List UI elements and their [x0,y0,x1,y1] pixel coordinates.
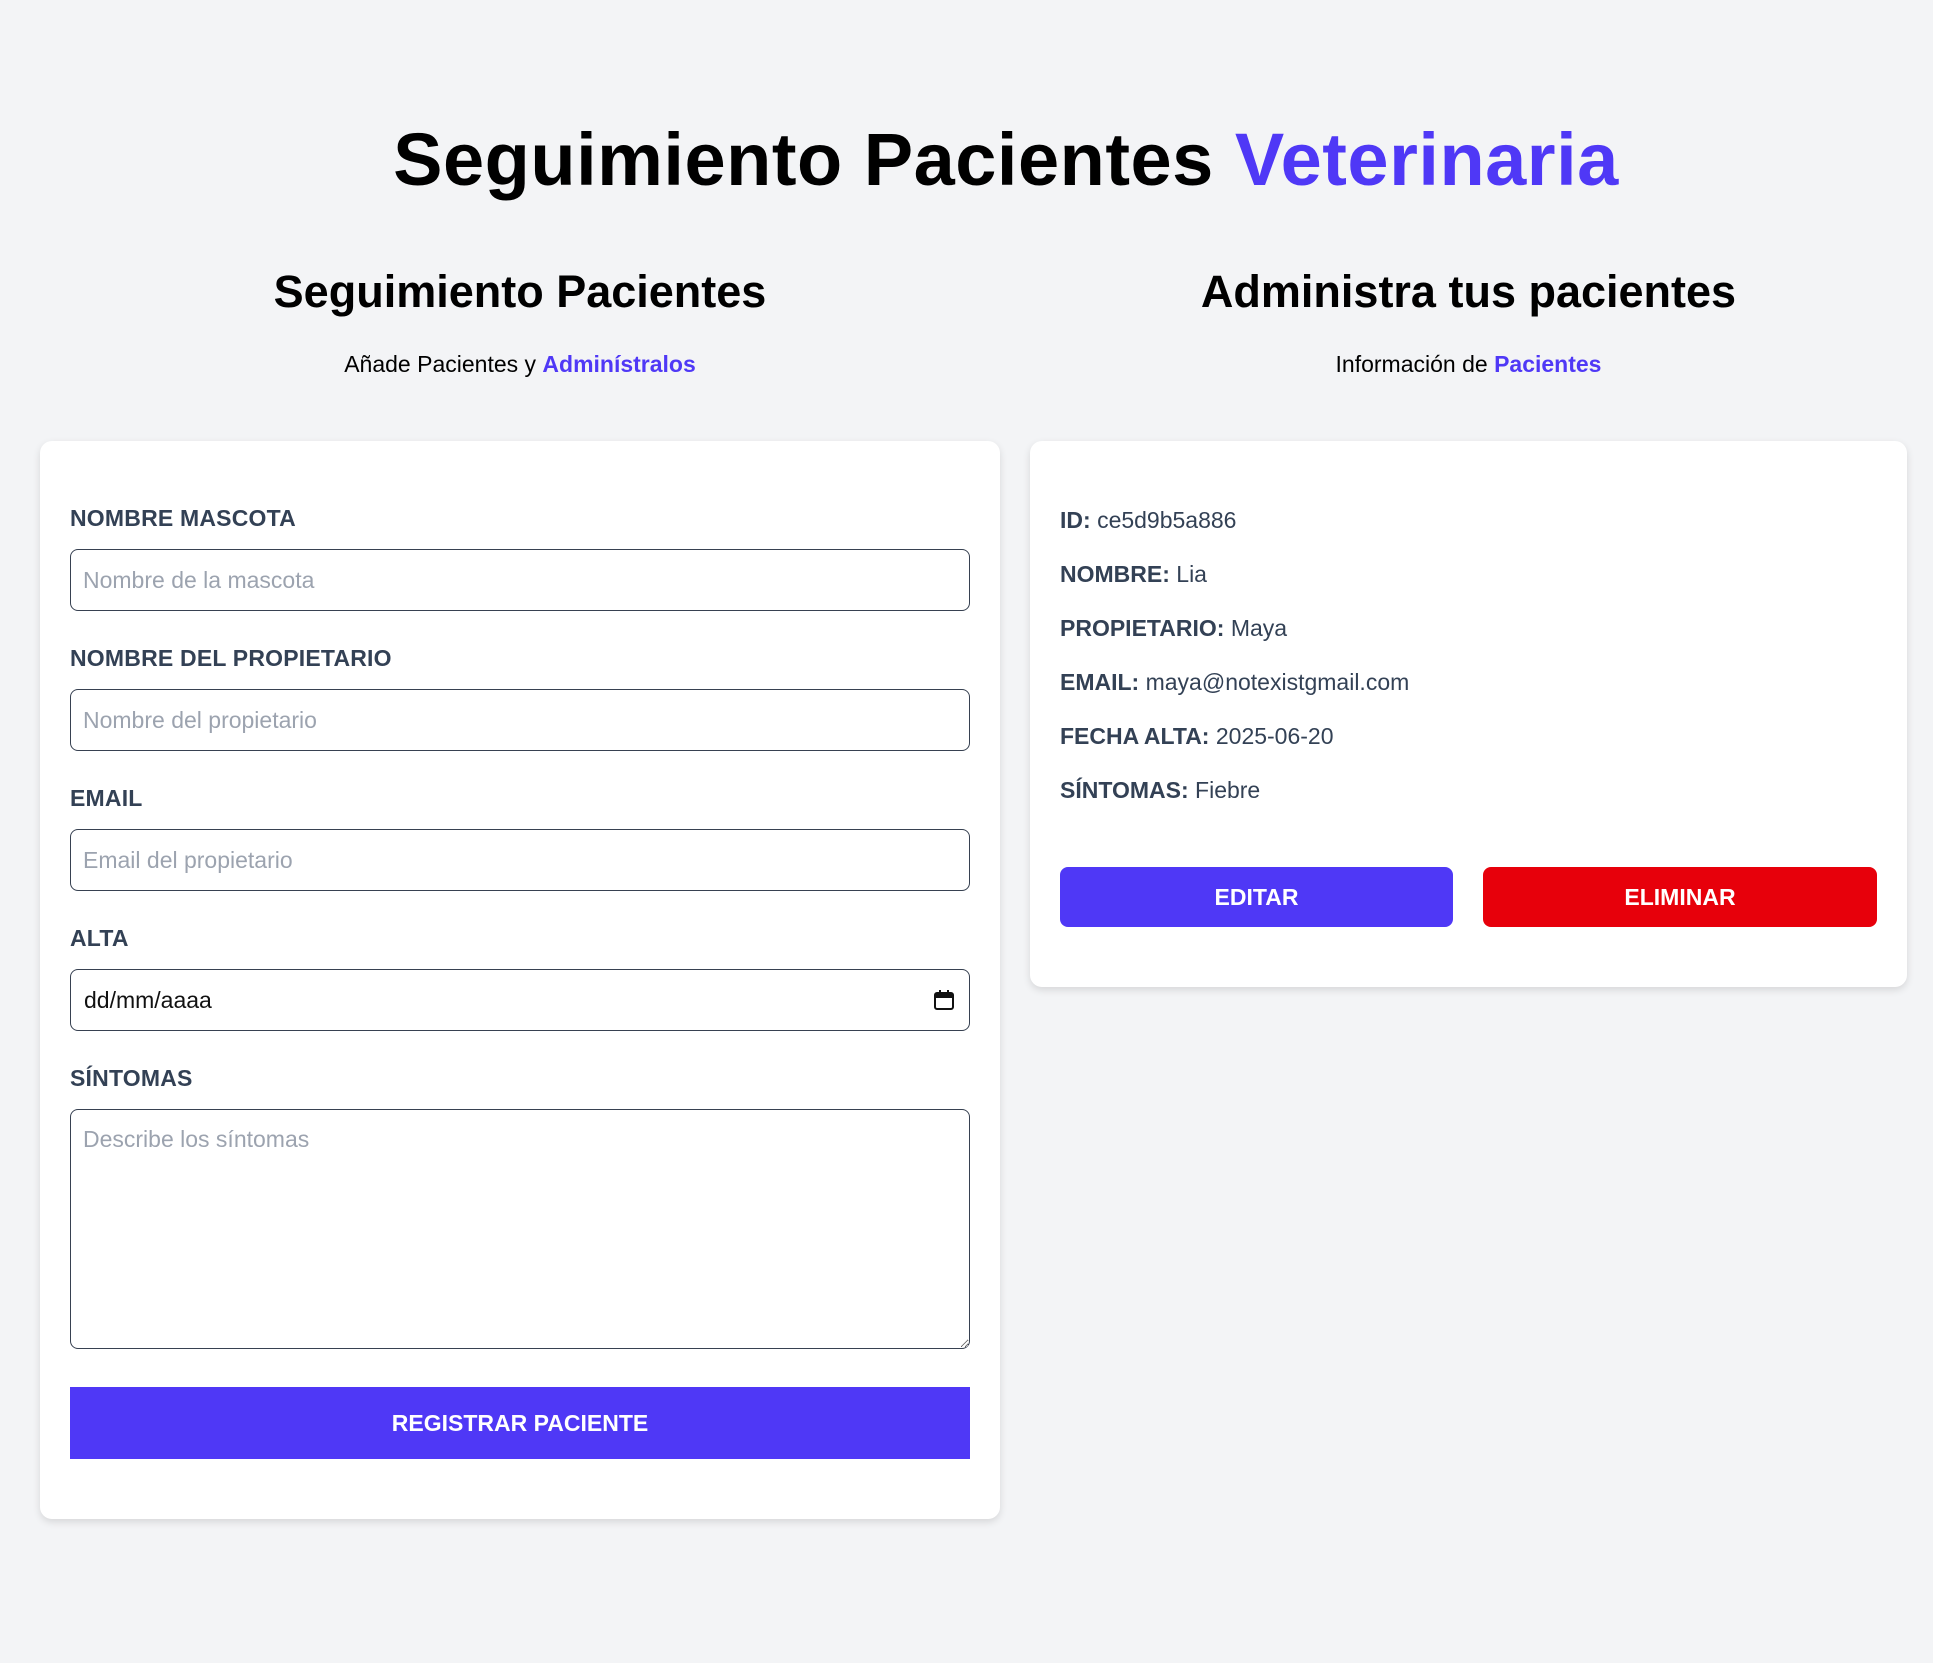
patient-form: Nombre Mascota Nombre del Propietario Em… [40,441,1000,1519]
delete-button[interactable]: Eliminar [1483,867,1877,927]
email-label: Email [70,785,143,811]
patient-id-row: ID: ce5d9b5a886 [1060,505,1236,535]
patient-symptoms-value: Fiebre [1195,777,1261,803]
patient-owner-key: PROPIETARIO: [1060,615,1225,641]
edit-button[interactable]: Editar [1060,867,1453,927]
page-title: Seguimiento Pacientes Veterinaria [0,112,1933,208]
patient-date-row: FECHA ALTA: 2025-06-20 [1060,721,1334,751]
patient-date-value: 2025-06-20 [1215,723,1334,749]
patient-name-key: NOMBRE: [1060,561,1170,587]
owner-name-input[interactable] [70,689,970,751]
page: Seguimiento Pacientes Veterinaria Seguim… [0,0,1933,1663]
page-title-accent: Veterinaria [1234,118,1619,201]
calendar-icon[interactable] [933,989,955,1011]
list-subtitle-accent: Pacientes [1494,351,1602,377]
patient-card: ID: ce5d9b5a886 NOMBRE: Lia PROPIETARIO:… [1030,441,1907,987]
form-heading: Seguimiento Pacientes [273,266,767,317]
owner-name-label: Nombre del Propietario [70,645,392,671]
email-input[interactable] [70,829,970,891]
pet-name-input[interactable] [70,549,970,611]
symptoms-textarea[interactable] [70,1109,970,1349]
patient-date-key: FECHA ALTA: [1060,723,1210,749]
form-subtitle: Añade Pacientes y Adminístralos [40,348,1000,380]
page-title-main: Seguimiento Pacientes [393,118,1214,201]
register-patient-button[interactable]: Registrar Paciente [70,1387,970,1459]
date-input-value: dd/mm/aaaa [84,986,212,1013]
form-subtitle-accent: Adminístralos [542,351,696,377]
patient-symptoms-row: SÍNTOMAS: Fiebre [1060,775,1260,805]
patient-id-key: ID: [1060,507,1091,533]
list-subtitle: Información de Pacientes [1030,348,1907,380]
symptoms-label: Síntomas [70,1065,193,1091]
form-subtitle-text: Añade Pacientes y [344,351,537,377]
list-heading: Administra tus pacientes [1200,266,1737,317]
patient-owner-value: Maya [1230,615,1288,641]
patient-name-row: NOMBRE: Lia [1060,559,1207,589]
patient-email-row: EMAIL: maya@notexistgmail.com [1060,667,1409,697]
patient-id-value: ce5d9b5a886 [1097,507,1237,533]
date-label: Alta [70,925,129,951]
pet-name-label: Nombre Mascota [70,505,296,531]
patient-name-value: Lia [1176,561,1207,587]
patient-email-key: EMAIL: [1060,669,1140,695]
patient-symptoms-key: SÍNTOMAS: [1060,777,1189,803]
list-subtitle-text: Información de [1335,351,1488,377]
patient-owner-row: PROPIETARIO: Maya [1060,613,1287,643]
patient-email-value: maya@notexistgmail.com [1145,669,1410,695]
date-input[interactable]: dd/mm/aaaa [70,969,970,1031]
